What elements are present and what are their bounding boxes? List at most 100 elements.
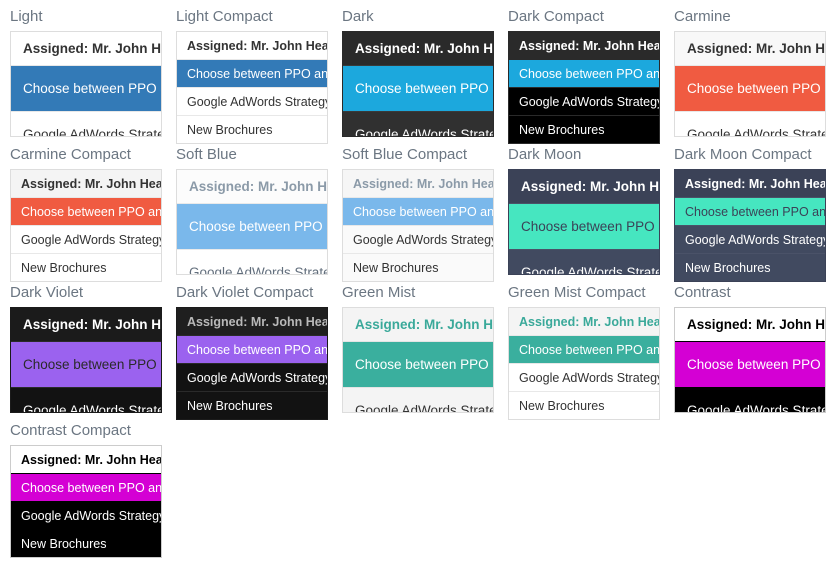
list-item-selected[interactable]: Choose between PPO and HMO Health Plan <box>343 198 493 226</box>
list-item[interactable]: New Brochures <box>675 254 825 281</box>
theme-title: Green Mist Compact <box>508 284 646 301</box>
list-group-header: Assigned: Mr. John Heart <box>343 170 493 198</box>
list-item-selected[interactable]: Choose between PPO and HMO Health Plan <box>177 204 327 250</box>
theme-list-panel[interactable]: Assigned: Mr. John HeartChoose between P… <box>508 31 660 144</box>
theme-list-panel[interactable]: Assigned: Mr. John HeartChoose between P… <box>10 169 162 282</box>
theme-cell: Green Mist Assigned: Mr. John HeartChoose… <box>332 284 498 413</box>
list-item[interactable]: Google AdWords Strategy <box>675 112 825 136</box>
theme-list-panel[interactable]: Assigned: Mr. John HeartChoose between P… <box>10 31 162 137</box>
theme-cell: Dark Violet Compact Assigned: Mr. John He… <box>166 284 332 420</box>
list-item[interactable]: Google AdWords Strategy <box>343 388 493 412</box>
list-item[interactable]: Google AdWords Strategy <box>509 88 659 116</box>
theme-cell: Dark Violet Assigned: Mr. John HeartChoos… <box>0 284 166 413</box>
theme-title: Green Mist <box>342 284 416 301</box>
list-item[interactable]: New Brochures <box>177 116 327 143</box>
theme-list-panel[interactable]: Assigned: Mr. John HeartChoose between P… <box>674 31 826 137</box>
list-group-header: Assigned: Mr. John Heart <box>11 308 161 342</box>
list-item-selected[interactable]: Choose between PPO and HMO Health Plan <box>675 198 825 226</box>
list-widget: Assigned: Mr. John HeartChoose between P… <box>509 32 659 143</box>
theme-title: Light <box>10 8 43 25</box>
list-item[interactable]: Google AdWords Strategy <box>675 388 825 412</box>
theme-title: Dark Moon <box>508 146 582 163</box>
list-widget: Assigned: Mr. John HeartChoose between P… <box>343 308 493 412</box>
list-item[interactable]: Google AdWords Strategy <box>11 112 161 136</box>
theme-title: Soft Blue Compact <box>342 146 468 163</box>
list-item[interactable]: Google AdWords Strategy <box>177 250 327 274</box>
list-item-selected[interactable]: Choose between PPO and HMO Health Plan <box>11 66 161 112</box>
list-widget: Assigned: Mr. John HeartChoose between P… <box>343 32 493 136</box>
theme-title: Contrast Compact <box>10 422 131 439</box>
list-widget: Assigned: Mr. John HeartChoose between P… <box>11 308 161 412</box>
list-group-header: Assigned: Mr. John Heart <box>343 308 493 342</box>
list-item[interactable]: Google AdWords Strategy <box>11 226 161 254</box>
list-item-selected[interactable]: Choose between PPO and HMO Health Plan <box>177 336 327 364</box>
list-item-selected[interactable]: Choose between PPO and HMO Health Plan <box>11 198 161 226</box>
theme-title: Dark <box>342 8 374 25</box>
theme-list-panel[interactable]: Assigned: Mr. John HeartChoose between P… <box>342 307 494 413</box>
list-item-selected[interactable]: Choose between PPO and HMO Health Plan <box>11 342 161 388</box>
list-item[interactable]: New Brochures <box>343 254 493 281</box>
theme-cell: Soft Blue Assigned: Mr. John HeartChoose … <box>166 146 332 275</box>
theme-cell: Green Mist Compact Assigned: Mr. John Hea… <box>498 284 664 420</box>
list-widget: Assigned: Mr. John HeartChoose between P… <box>11 32 161 136</box>
list-item[interactable]: New Brochures <box>177 392 327 419</box>
theme-list-panel[interactable]: Assigned: Mr. John HeartChoose between P… <box>10 445 162 558</box>
theme-cell: Soft Blue Compact Assigned: Mr. John Hear… <box>332 146 498 282</box>
theme-cell: Contrast Assigned: Mr. John HeartChoose b… <box>664 284 830 413</box>
list-group-header: Assigned: Mr. John Heart <box>509 170 659 204</box>
list-widget: Assigned: Mr. John HeartChoose between P… <box>343 170 493 281</box>
list-item[interactable]: Google AdWords Strategy <box>675 226 825 254</box>
list-widget: Assigned: Mr. John HeartChoose between P… <box>177 32 327 143</box>
theme-cell: Carmine Compact Assigned: Mr. John Heart C… <box>0 146 166 282</box>
list-item[interactable]: New Brochures <box>509 116 659 143</box>
list-item[interactable]: New Brochures <box>11 530 161 557</box>
list-group-header: Assigned: Mr. John Heart <box>11 446 161 474</box>
theme-list-panel[interactable]: Assigned: Mr. John HeartChoose between P… <box>674 169 826 282</box>
list-item[interactable]: Google AdWords Strategy <box>11 388 161 412</box>
list-group-header: Assigned: Mr. John Heart <box>675 308 825 342</box>
list-item[interactable]: Google AdWords Strategy <box>177 88 327 116</box>
theme-title: Carmine Compact <box>10 146 131 163</box>
list-item[interactable]: Google AdWords Strategy <box>509 364 659 392</box>
list-group-header: Assigned: Mr. John Heart <box>11 32 161 66</box>
list-item[interactable]: Google AdWords Strategy <box>343 112 493 136</box>
theme-cell: Dark Moon Assigned: Mr. John HeartChoose … <box>498 146 664 275</box>
list-item-selected[interactable]: Choose between PPO and HMO Health Plan <box>675 342 825 388</box>
theme-list-panel[interactable]: Assigned: Mr. John HeartChoose between P… <box>176 169 328 275</box>
list-item-selected[interactable]: Choose between PPO and HMO Health Plan <box>343 66 493 112</box>
list-group-header: Assigned: Mr. John Heart <box>509 308 659 336</box>
list-group-header: Assigned: Mr. John Heart <box>675 32 825 66</box>
list-item-selected[interactable]: Choose between PPO and HMO Health Plan <box>177 60 327 88</box>
theme-cell: Light Compact Assigned: Mr. John Heart Cho… <box>166 8 332 144</box>
list-widget: Assigned: Mr. John HeartChoose between P… <box>675 170 825 281</box>
list-widget: Assigned: Mr. John HeartChoose between P… <box>177 308 327 419</box>
theme-cell: Contrast Compact Assigned: Mr. John Heart… <box>0 422 166 558</box>
theme-list-panel[interactable]: Assigned: Mr. John HeartChoose between P… <box>342 31 494 137</box>
list-item-selected[interactable]: Choose between PPO and HMO Health Plan <box>509 60 659 88</box>
list-item[interactable]: Google AdWords Strategy <box>509 250 659 274</box>
list-group-header: Assigned: Mr. John Heart <box>675 170 825 198</box>
list-item-selected[interactable]: Choose between PPO and HMO Health Plan <box>11 474 161 502</box>
theme-list-panel[interactable]: Assigned: Mr. John HeartChoose between P… <box>508 307 660 420</box>
theme-list-panel[interactable]: Assigned: Mr. John HeartChoose between P… <box>674 307 826 413</box>
theme-list-panel[interactable]: Assigned: Mr. John HeartChoose between P… <box>10 307 162 413</box>
list-item[interactable]: Google AdWords Strategy <box>11 502 161 530</box>
theme-list-panel[interactable]: Assigned: Mr. John HeartChoose between P… <box>176 31 328 144</box>
list-item-selected[interactable]: Choose between PPO and HMO Health Plan <box>675 66 825 112</box>
list-item[interactable]: New Brochures <box>509 392 659 419</box>
list-widget: Assigned: Mr. John HeartChoose between P… <box>509 308 659 419</box>
theme-list-panel[interactable]: Assigned: Mr. John HeartChoose between P… <box>176 307 328 420</box>
list-widget: Assigned: Mr. John HeartChoose between P… <box>675 308 825 412</box>
theme-cell: Light Assigned: Mr. John HeartChoose betw… <box>0 8 166 137</box>
list-item-selected[interactable]: Choose between PPO and HMO Health Plan <box>509 204 659 250</box>
list-item[interactable]: Google AdWords Strategy <box>177 364 327 392</box>
list-item[interactable]: New Brochures <box>11 254 161 281</box>
list-item[interactable]: Google AdWords Strategy <box>343 226 493 254</box>
list-item-selected[interactable]: Choose between PPO and HMO Health Plan <box>509 336 659 364</box>
theme-list-panel[interactable]: Assigned: Mr. John HeartChoose between P… <box>342 169 494 282</box>
theme-list-panel[interactable]: Assigned: Mr. John HeartChoose between P… <box>508 169 660 275</box>
list-item-selected[interactable]: Choose between PPO and HMO Health Plan <box>343 342 493 388</box>
list-group-header: Assigned: Mr. John Heart <box>177 170 327 204</box>
theme-title: Dark Violet Compact <box>176 284 314 301</box>
theme-cell: Carmine Assigned: Mr. John HeartChoose be… <box>664 8 830 137</box>
